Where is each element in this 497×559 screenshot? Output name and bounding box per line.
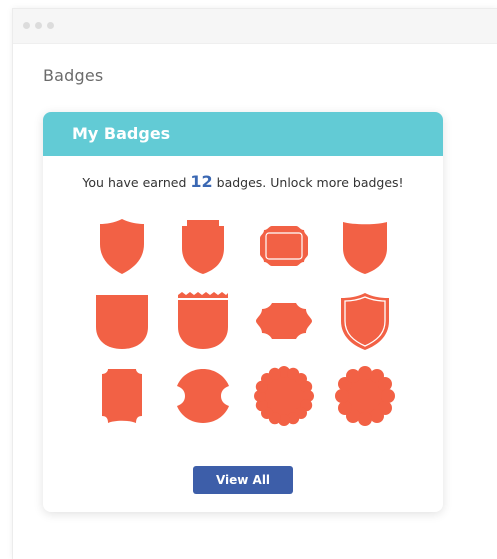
window-dot-icon[interactable] — [35, 22, 42, 29]
seal-wavy-icon — [334, 365, 395, 426]
badge-item[interactable] — [324, 283, 405, 358]
badge-item[interactable] — [81, 208, 162, 283]
page-title: Badges — [43, 66, 104, 85]
badge-item[interactable] — [81, 358, 162, 433]
card-header: My Badges — [43, 112, 443, 156]
plaque-ornate-icon — [259, 225, 308, 266]
badge-item[interactable] — [162, 358, 243, 433]
shield-bracket-icon — [101, 368, 142, 423]
badge-item[interactable] — [243, 358, 324, 433]
banner-round-icon — [95, 294, 148, 349]
window-titlebar — [13, 9, 497, 44]
shield-outlined-icon — [340, 292, 389, 350]
shield-curved-icon — [342, 221, 387, 274]
earned-prefix: You have earned — [82, 175, 187, 190]
earned-summary: You have earned 12 badges. Unlock more b… — [43, 172, 443, 191]
badge-item[interactable] — [243, 208, 324, 283]
window-dot-icon[interactable] — [47, 22, 54, 29]
plaque-scalloped-icon — [255, 302, 312, 339]
badge-item[interactable] — [243, 283, 324, 358]
banner-fringed-icon — [177, 291, 228, 349]
badge-item[interactable] — [162, 208, 243, 283]
window-dot-icon[interactable] — [23, 22, 30, 29]
badge-item[interactable] — [162, 283, 243, 358]
badge-item[interactable] — [324, 208, 405, 283]
circle-notched-icon — [176, 368, 229, 423]
shield-pointed-icon — [99, 218, 144, 274]
seal-scalloped-icon — [253, 365, 314, 426]
earned-count: 12 — [190, 172, 213, 191]
badges-card: My Badges You have earned 12 badges. Unl… — [43, 112, 443, 512]
badges-grid — [81, 208, 405, 448]
shield-notched-icon — [181, 219, 224, 274]
badge-item[interactable] — [324, 358, 405, 433]
view-all-button[interactable]: View All — [193, 466, 293, 494]
badge-item[interactable] — [81, 283, 162, 358]
earned-suffix: badges. Unlock more badges! — [216, 175, 404, 190]
